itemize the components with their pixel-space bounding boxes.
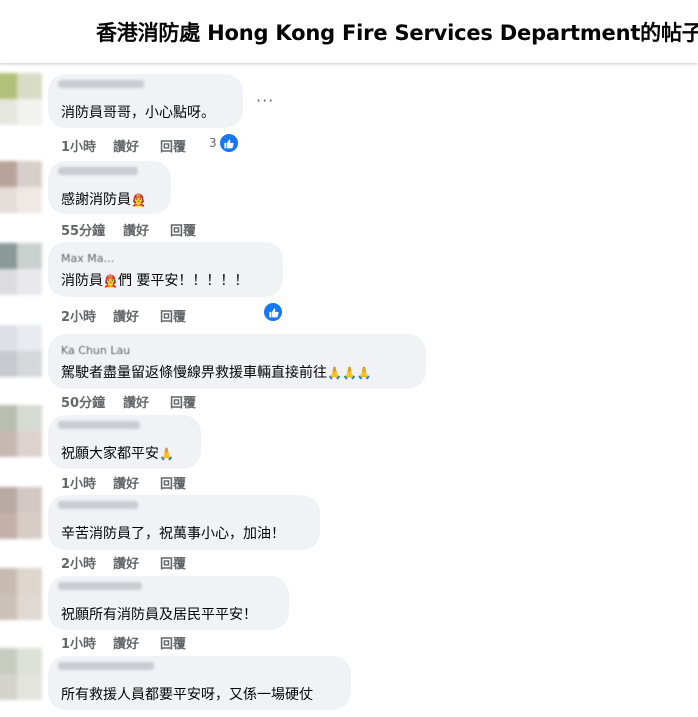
avatar[interactable] [0, 161, 42, 213]
reply-link[interactable]: 回覆 [170, 220, 210, 239]
reply-link[interactable]: 回覆 [160, 553, 200, 572]
comment-bubble: 辛苦消防員了，祝萬事小心，加油！ [48, 495, 320, 550]
like-link[interactable]: 讚好 [123, 220, 170, 239]
reaction-count: 3 [209, 136, 217, 150]
comment-timestamp[interactable]: 2小時 [61, 306, 113, 325]
comment-actions: 2小時 讚好 回覆 [61, 553, 200, 572]
comment-actions: 1小時 讚好 回覆 [61, 633, 200, 652]
like-link[interactable]: 讚好 [113, 136, 160, 155]
comment-timestamp[interactable]: 50分鐘 [61, 392, 123, 411]
comment-text: 祝願大家都平安🙏 [61, 446, 174, 462]
avatar[interactable] [0, 325, 42, 377]
folded-hands-emoji: 🙏 [159, 447, 174, 461]
like-link[interactable]: 讚好 [113, 553, 160, 572]
page-title: 香港消防處 Hong Kong Fire Services Department… [96, 21, 698, 45]
avatar[interactable] [0, 405, 42, 457]
comment-timestamp[interactable]: 2小時 [61, 553, 113, 572]
avatar[interactable] [0, 73, 42, 125]
comment-text: 消防員哥哥，小心點呀。 [61, 105, 215, 121]
comment-text: 祝願所有消防員及居民平平安！ [61, 607, 257, 623]
comment-actions: 55分鐘 讚好 回覆 [61, 220, 210, 239]
reply-link[interactable]: 回覆 [160, 306, 200, 325]
comment-author-redacted [58, 662, 154, 670]
firefighter-emoji: 🧑‍🚒 [103, 274, 118, 288]
comment-actions: 1小時 讚好 回覆 [61, 473, 200, 492]
reaction-summary[interactable]: 3 [209, 133, 239, 153]
reply-link[interactable]: 回覆 [160, 473, 200, 492]
like-link[interactable]: 讚好 [113, 306, 160, 325]
comment-bubble: Max Ma… 消防員🧑‍🚒們 要平安！！！！！ [48, 242, 283, 297]
comment-actions: 1小時 讚好 回覆 [61, 136, 200, 155]
avatar[interactable] [0, 243, 42, 295]
comment-bubble: 祝願所有消防員及居民平平安！ [48, 576, 289, 630]
comment-text: 感謝消防員🧑‍🚒 [61, 192, 146, 208]
comment-author-redacted [58, 582, 142, 590]
comment-author-redacted [58, 501, 138, 509]
comment-bubble: 祝願大家都平安🙏 [48, 415, 201, 469]
reaction-summary[interactable] [261, 302, 283, 322]
comments-page: 香港消防處 Hong Kong Fire Services Department… [0, 0, 698, 717]
like-link[interactable]: 讚好 [123, 392, 170, 411]
comment-actions: 50分鐘 讚好 回覆 [61, 392, 210, 411]
comment-actions-cut [61, 712, 281, 717]
comment-actions: 2小時 讚好 回覆 [61, 306, 200, 325]
like-thumb-icon [218, 133, 239, 153]
avatar[interactable] [0, 487, 42, 539]
comment-timestamp[interactable]: 1小時 [61, 633, 113, 652]
avatar[interactable] [0, 648, 42, 700]
reply-link[interactable]: 回覆 [160, 633, 200, 652]
comment-timestamp[interactable]: 55分鐘 [61, 220, 123, 239]
folded-hands-emoji: 🙏🙏🙏 [327, 366, 372, 380]
comment-timestamp[interactable]: 1小時 [61, 136, 113, 155]
like-link[interactable]: 讚好 [113, 633, 160, 652]
reply-link[interactable]: 回覆 [160, 136, 200, 155]
comment-bubble: 所有救援人員都要平安呀，又係一場硬仗 [48, 656, 351, 710]
comment-text: 所有救援人員都要平安呀，又係一場硬仗 [61, 687, 313, 703]
comment-bubble: Ka Chun Lau 駕駛者盡量留返條慢線畀救援車輛直接前往🙏🙏🙏 [48, 334, 426, 389]
comment-text: 駕駛者盡量留返條慢線畀救援車輛直接前往🙏🙏🙏 [61, 365, 372, 381]
comment-author-redacted [58, 421, 140, 429]
firefighter-emoji: 🧑‍🚒 [131, 193, 146, 207]
comment-author[interactable]: Max Ma… [61, 252, 114, 265]
comment-bubble: 感謝消防員🧑‍🚒 [48, 161, 171, 214]
comment-author-redacted [58, 80, 144, 88]
more-options-icon[interactable]: ··· [256, 91, 274, 110]
avatar[interactable] [0, 568, 42, 620]
comment-text: 消防員🧑‍🚒們 要平安！！！！！ [61, 273, 249, 289]
comment-text: 辛苦消防員了，祝萬事小心，加油！ [61, 526, 285, 542]
reply-link[interactable]: 回覆 [170, 392, 210, 411]
comment-timestamp[interactable]: 1小時 [61, 473, 113, 492]
like-thumb-icon [263, 302, 283, 322]
like-link[interactable]: 讚好 [113, 473, 160, 492]
comment-bubble: 消防員哥哥，小心點呀。 [48, 74, 243, 128]
post-header: 香港消防處 Hong Kong Fire Services Department… [0, 0, 698, 63]
comment-author-redacted [58, 167, 138, 175]
comment-author[interactable]: Ka Chun Lau [61, 344, 130, 357]
